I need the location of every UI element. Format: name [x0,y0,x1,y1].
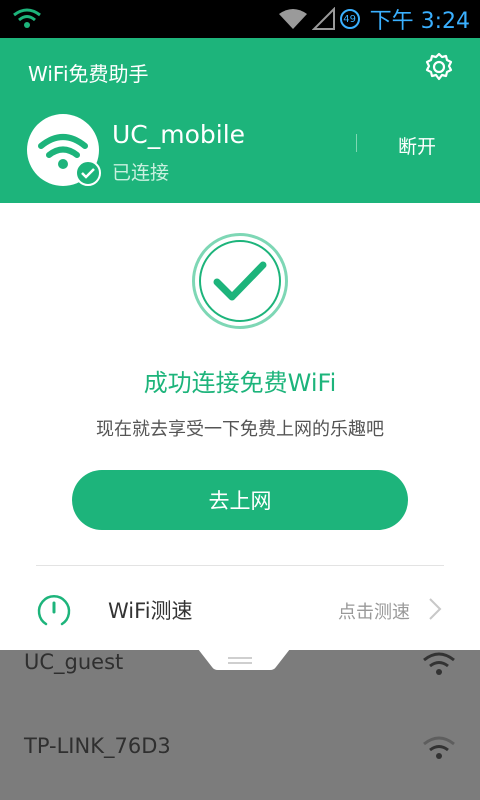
success-title: 成功连接免费WiFi [143,369,337,397]
signal-icon [311,7,335,30]
status-bar-right: 49 下午 3:24 [278,4,470,34]
speed-test-action: 点击测速 [338,602,410,623]
speed-test-label: WiFi测速 [108,599,193,623]
connected-wifi-avatar [27,114,101,186]
battery-level: 49 [343,13,356,25]
success-card: 成功连接免费WiFi 现在就去享受一下免费上网的乐趣吧 去上网 WiFi测速 点… [0,203,480,650]
divider [356,134,357,152]
divider [36,565,444,566]
network-list-overlay: UC_guest TP-LINK_76D3 [0,650,480,800]
battery-icon: 49 [339,9,360,29]
wifi-icon [423,652,455,675]
chevron-right-icon [429,598,442,620]
status-time: 下午 3:24 [369,9,470,34]
app-header: WiFi免费助手 UC_mobile 已连接 断开 [0,38,480,203]
go-online-button[interactable]: 去上网 [72,470,408,530]
wifi-icon [278,9,307,29]
app-title: WiFi免费助手 [28,62,149,86]
connected-ssid: UC_mobile [112,120,246,149]
network-name: UC_guest [24,650,124,674]
success-inner-ring [199,240,281,322]
network-item[interactable]: TP-LINK_76D3 [0,734,480,794]
speedometer-icon [37,595,71,626]
status-bar: 49 下午 3:24 [0,0,480,38]
wifi-icon [13,8,41,28]
success-subtitle: 现在就去享受一下免费上网的乐趣吧 [96,419,384,440]
speed-test-row[interactable]: WiFi测速 点击测速 [0,573,480,645]
wifi-weak-icon [423,736,455,759]
success-ring [192,233,288,329]
network-name: TP-LINK_76D3 [24,734,171,758]
connection-status: 已连接 [112,162,170,184]
check-badge-icon [75,160,101,186]
gear-icon[interactable] [424,52,454,82]
disconnect-button[interactable]: 断开 [398,132,436,159]
checkmark-icon [213,261,267,301]
drawer-handle[interactable] [198,649,290,671]
